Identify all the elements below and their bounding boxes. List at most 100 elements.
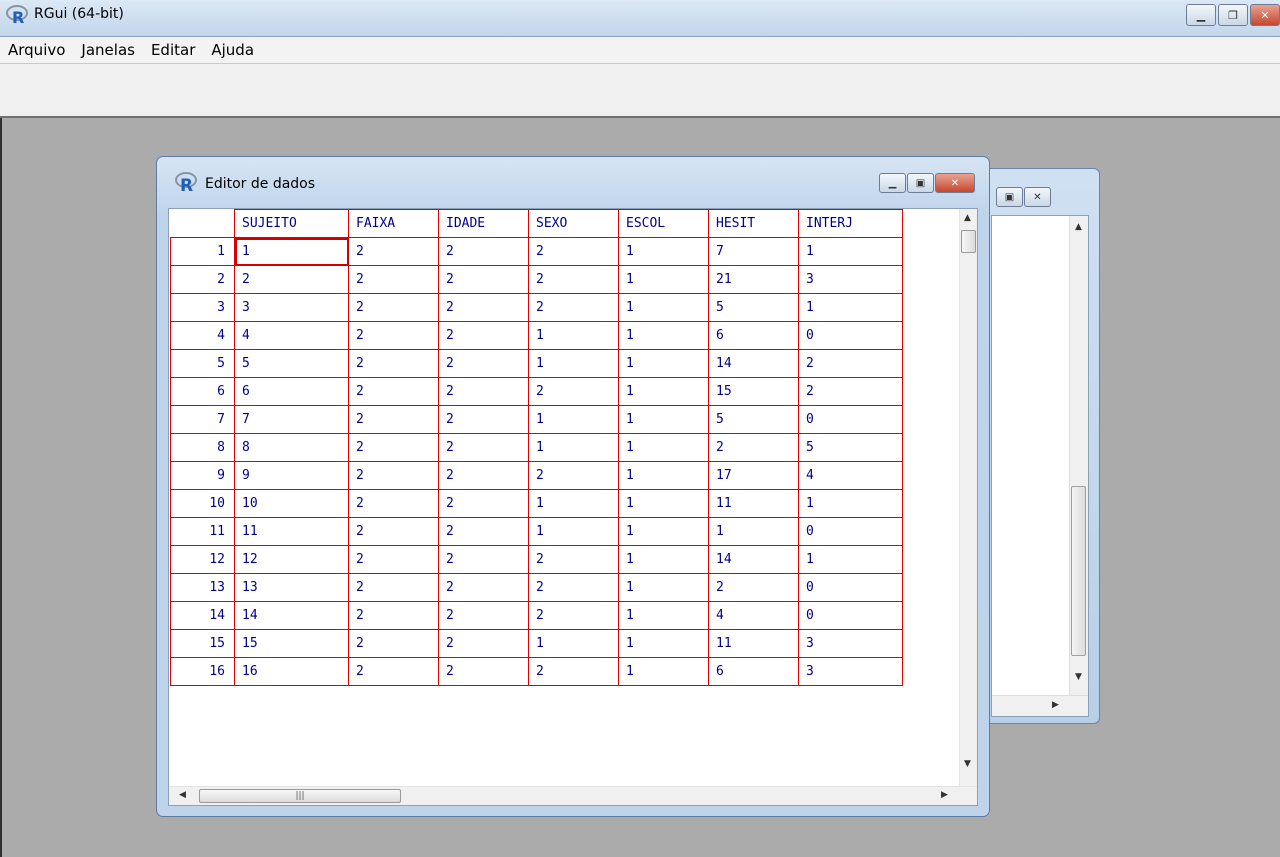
- column-header[interactable]: SEXO: [528, 209, 619, 238]
- data-cell[interactable]: 1: [618, 489, 709, 518]
- data-cell[interactable]: 5: [708, 405, 799, 434]
- data-cell[interactable]: 1: [618, 237, 709, 266]
- data-cell[interactable]: 3: [798, 629, 903, 658]
- data-cell[interactable]: 2: [528, 293, 619, 322]
- data-cell[interactable]: 10: [234, 489, 349, 518]
- scroll-down-icon[interactable]: ▼: [1075, 672, 1082, 682]
- data-cell[interactable]: 2: [528, 601, 619, 630]
- row-number[interactable]: 10: [170, 489, 235, 518]
- data-cell[interactable]: 2: [438, 657, 529, 686]
- data-cell[interactable]: 2: [348, 293, 439, 322]
- data-cell[interactable]: 2: [438, 573, 529, 602]
- row-number[interactable]: 1: [170, 237, 235, 266]
- row-number[interactable]: 11: [170, 517, 235, 546]
- data-cell[interactable]: 9: [234, 461, 349, 490]
- data-cell[interactable]: 1: [528, 629, 619, 658]
- console-close-button[interactable]: ✕: [1024, 187, 1051, 207]
- data-cell[interactable]: 1: [234, 237, 349, 266]
- data-cell[interactable]: 2: [528, 461, 619, 490]
- data-cell[interactable]: 2: [798, 349, 903, 378]
- editor-vertical-scrollbar[interactable]: ▲ ▼: [959, 209, 977, 789]
- data-cell[interactable]: 7: [708, 237, 799, 266]
- data-cell[interactable]: 2: [528, 545, 619, 574]
- data-cell[interactable]: 2: [438, 237, 529, 266]
- data-cell[interactable]: 2: [438, 349, 529, 378]
- column-header[interactable]: INTERJ: [798, 209, 903, 238]
- data-cell[interactable]: 0: [798, 517, 903, 546]
- data-cell[interactable]: 2: [348, 377, 439, 406]
- data-cell[interactable]: 2: [438, 461, 529, 490]
- data-cell[interactable]: 2: [438, 405, 529, 434]
- data-cell[interactable]: 4: [798, 461, 903, 490]
- data-cell[interactable]: 3: [798, 265, 903, 294]
- row-number[interactable]: 9: [170, 461, 235, 490]
- row-number[interactable]: 13: [170, 573, 235, 602]
- console-maximize-button[interactable]: ▣: [996, 187, 1023, 207]
- editor-close-button[interactable]: ✕: [935, 173, 975, 193]
- data-cell[interactable]: 12: [234, 545, 349, 574]
- scroll-down-icon[interactable]: ▼: [964, 759, 971, 769]
- row-number[interactable]: 15: [170, 629, 235, 658]
- console-horizontal-scrollbar[interactable]: ▶: [992, 695, 1088, 716]
- console-scroll-thumb[interactable]: [1071, 486, 1086, 656]
- data-cell[interactable]: 11: [708, 489, 799, 518]
- data-cell[interactable]: 1: [618, 601, 709, 630]
- row-number[interactable]: 14: [170, 601, 235, 630]
- data-cell[interactable]: 0: [798, 601, 903, 630]
- data-cell[interactable]: 1: [618, 517, 709, 546]
- data-cell[interactable]: 8: [234, 433, 349, 462]
- data-cell[interactable]: 1: [798, 293, 903, 322]
- data-cell[interactable]: 1: [618, 545, 709, 574]
- data-cell[interactable]: 13: [234, 573, 349, 602]
- menu-arquivo[interactable]: Arquivo: [0, 41, 73, 59]
- minimize-button[interactable]: ▁: [1186, 4, 1216, 26]
- console-body[interactable]: ▲ ▼ ▶: [991, 215, 1089, 717]
- editor-vertical-thumb[interactable]: [961, 230, 976, 253]
- data-cell[interactable]: 1: [528, 349, 619, 378]
- data-cell[interactable]: 4: [234, 321, 349, 350]
- data-cell[interactable]: 1: [528, 489, 619, 518]
- data-cell[interactable]: 2: [348, 573, 439, 602]
- data-cell[interactable]: 2: [348, 321, 439, 350]
- data-cell[interactable]: 2: [708, 433, 799, 462]
- data-cell[interactable]: 1: [528, 405, 619, 434]
- data-cell[interactable]: 2: [348, 237, 439, 266]
- data-cell[interactable]: 2: [528, 377, 619, 406]
- scroll-right-icon[interactable]: ▶: [941, 790, 948, 800]
- data-cell[interactable]: 1: [618, 629, 709, 658]
- data-cell[interactable]: 6: [708, 657, 799, 686]
- data-cell[interactable]: 2: [348, 657, 439, 686]
- data-cell[interactable]: 17: [708, 461, 799, 490]
- data-cell[interactable]: 2: [528, 657, 619, 686]
- data-cell[interactable]: 2: [438, 293, 529, 322]
- data-cell[interactable]: 1: [618, 377, 709, 406]
- row-number[interactable]: 2: [170, 265, 235, 294]
- data-cell[interactable]: 5: [708, 293, 799, 322]
- data-cell[interactable]: 14: [234, 601, 349, 630]
- data-cell[interactable]: 2: [438, 377, 529, 406]
- data-cell[interactable]: 1: [528, 517, 619, 546]
- data-cell[interactable]: 1: [798, 489, 903, 518]
- data-cell[interactable]: 2: [528, 237, 619, 266]
- data-cell[interactable]: 2: [438, 265, 529, 294]
- data-cell[interactable]: 1: [798, 545, 903, 574]
- data-cell[interactable]: 7: [234, 405, 349, 434]
- data-cell[interactable]: 0: [798, 573, 903, 602]
- data-cell[interactable]: 15: [708, 377, 799, 406]
- row-number[interactable]: 4: [170, 321, 235, 350]
- data-cell[interactable]: 1: [618, 573, 709, 602]
- data-cell[interactable]: 0: [798, 405, 903, 434]
- data-cell[interactable]: 4: [708, 601, 799, 630]
- row-number[interactable]: 7: [170, 405, 235, 434]
- data-cell[interactable]: 2: [708, 573, 799, 602]
- scroll-right-icon[interactable]: ▶: [1052, 700, 1059, 710]
- data-cell[interactable]: 1: [528, 433, 619, 462]
- data-cell[interactable]: 2: [438, 433, 529, 462]
- data-cell[interactable]: 2: [348, 601, 439, 630]
- scroll-left-icon[interactable]: ◀: [179, 790, 186, 800]
- data-cell[interactable]: 11: [708, 629, 799, 658]
- data-cell[interactable]: 6: [234, 377, 349, 406]
- editor-minimize-button[interactable]: ▁: [879, 173, 906, 193]
- data-cell[interactable]: 2: [438, 629, 529, 658]
- column-header[interactable]: IDADE: [438, 209, 529, 238]
